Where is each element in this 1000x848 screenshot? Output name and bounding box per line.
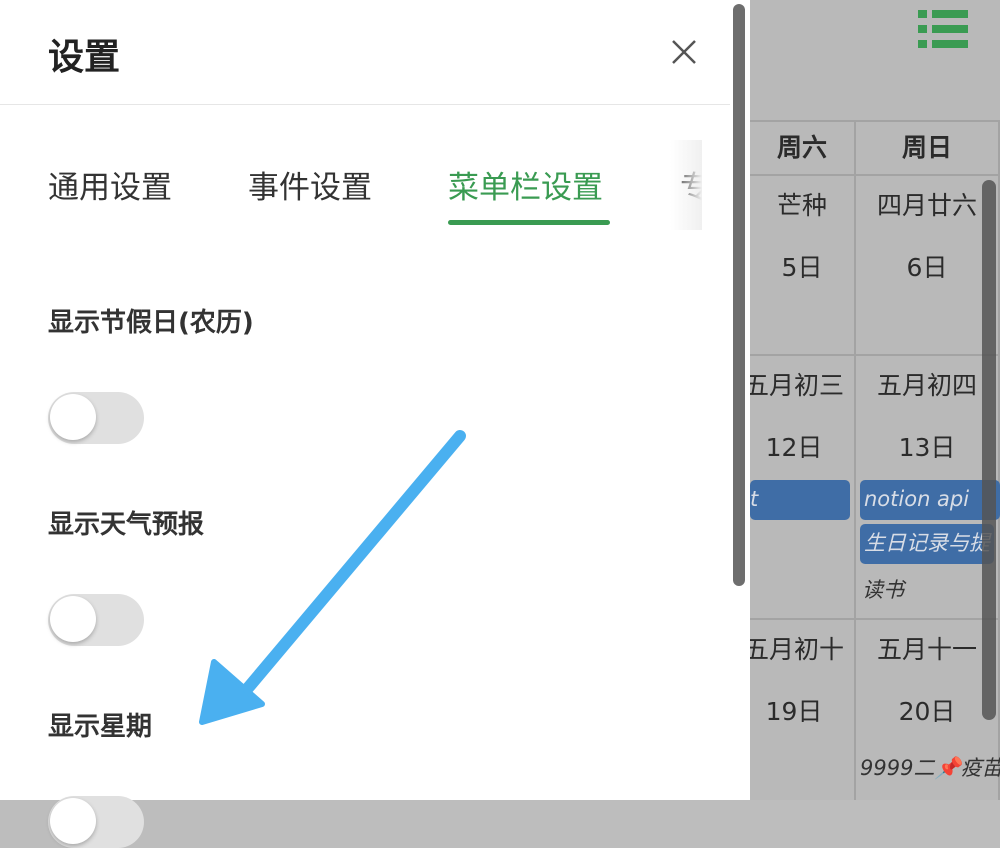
calendar-day-cell[interactable]: 芒种 5日 bbox=[750, 176, 856, 356]
setting-label-holidays: 显示节假日(农历) bbox=[48, 308, 254, 338]
day-number: 19日 bbox=[765, 697, 823, 726]
close-icon bbox=[672, 40, 696, 64]
day-number: 12日 bbox=[765, 433, 823, 462]
close-button[interactable] bbox=[662, 30, 706, 74]
settings-header: 设置 bbox=[0, 0, 730, 105]
tab-event-settings[interactable]: 事件设置 bbox=[248, 162, 372, 207]
calendar-day-cell[interactable]: 四月廿六 6日 bbox=[856, 176, 1000, 356]
calendar-event[interactable]: t bbox=[750, 480, 850, 520]
lunar-date: 五月初十 bbox=[750, 635, 844, 664]
calendar-event[interactable]: notion api bbox=[860, 480, 1000, 520]
active-tab-indicator bbox=[448, 220, 610, 225]
lunar-date: 四月廿六 bbox=[876, 191, 977, 220]
lunar-date: 五月初四 bbox=[876, 371, 977, 400]
setting-label-weekday: 显示星期 bbox=[48, 712, 153, 742]
tabs-overflow-fade bbox=[670, 140, 702, 230]
setting-label-weather: 显示天气预报 bbox=[48, 510, 205, 540]
day-number: 5日 bbox=[781, 253, 823, 282]
toggle-knob bbox=[50, 596, 96, 642]
tab-menubar-settings[interactable]: 菜单栏设置 bbox=[448, 162, 603, 207]
list-icon[interactable] bbox=[918, 8, 970, 54]
toggle-knob bbox=[50, 394, 96, 440]
settings-panel: 设置 通用设置 事件设置 菜单栏设置 专 显示节假日(农历) 显示天气预报 显示… bbox=[0, 0, 750, 848]
toggle-knob bbox=[50, 798, 96, 844]
day-number: 13日 bbox=[898, 433, 956, 462]
settings-tabs: 通用设置 事件设置 菜单栏设置 专 bbox=[0, 140, 702, 230]
page-title: 设置 bbox=[48, 37, 121, 78]
lunar-date: 五月初三 bbox=[750, 371, 844, 400]
toggle-holidays[interactable] bbox=[48, 392, 144, 444]
lunar-date: 芒种 bbox=[776, 191, 827, 220]
lunar-date: 五月十一 bbox=[876, 635, 977, 664]
tab-general-settings[interactable]: 通用设置 bbox=[48, 162, 172, 207]
calendar-event[interactable]: 9999二📌疫苗 bbox=[860, 752, 1000, 782]
calendar-day-cell[interactable]: 五月初十 19日 bbox=[750, 620, 856, 800]
weekday-header-saturday: 周六 bbox=[750, 122, 856, 176]
calendar-scrollbar[interactable] bbox=[982, 180, 996, 720]
toggle-weekday[interactable] bbox=[48, 796, 144, 848]
calendar-event[interactable]: 生日记录与提 bbox=[860, 524, 994, 564]
settings-scrollbar[interactable] bbox=[733, 4, 745, 586]
weekday-header-sunday: 周日 bbox=[856, 122, 1000, 176]
day-number: 20日 bbox=[898, 697, 956, 726]
day-number: 6日 bbox=[906, 253, 948, 282]
calendar-view: 周六 周日 芒种 5日 四月廿六 6日 五月初三 12日 五月初四 13日 t … bbox=[750, 0, 1000, 800]
calendar-event[interactable]: 读书 bbox=[862, 574, 992, 604]
toggle-weather[interactable] bbox=[48, 594, 144, 646]
